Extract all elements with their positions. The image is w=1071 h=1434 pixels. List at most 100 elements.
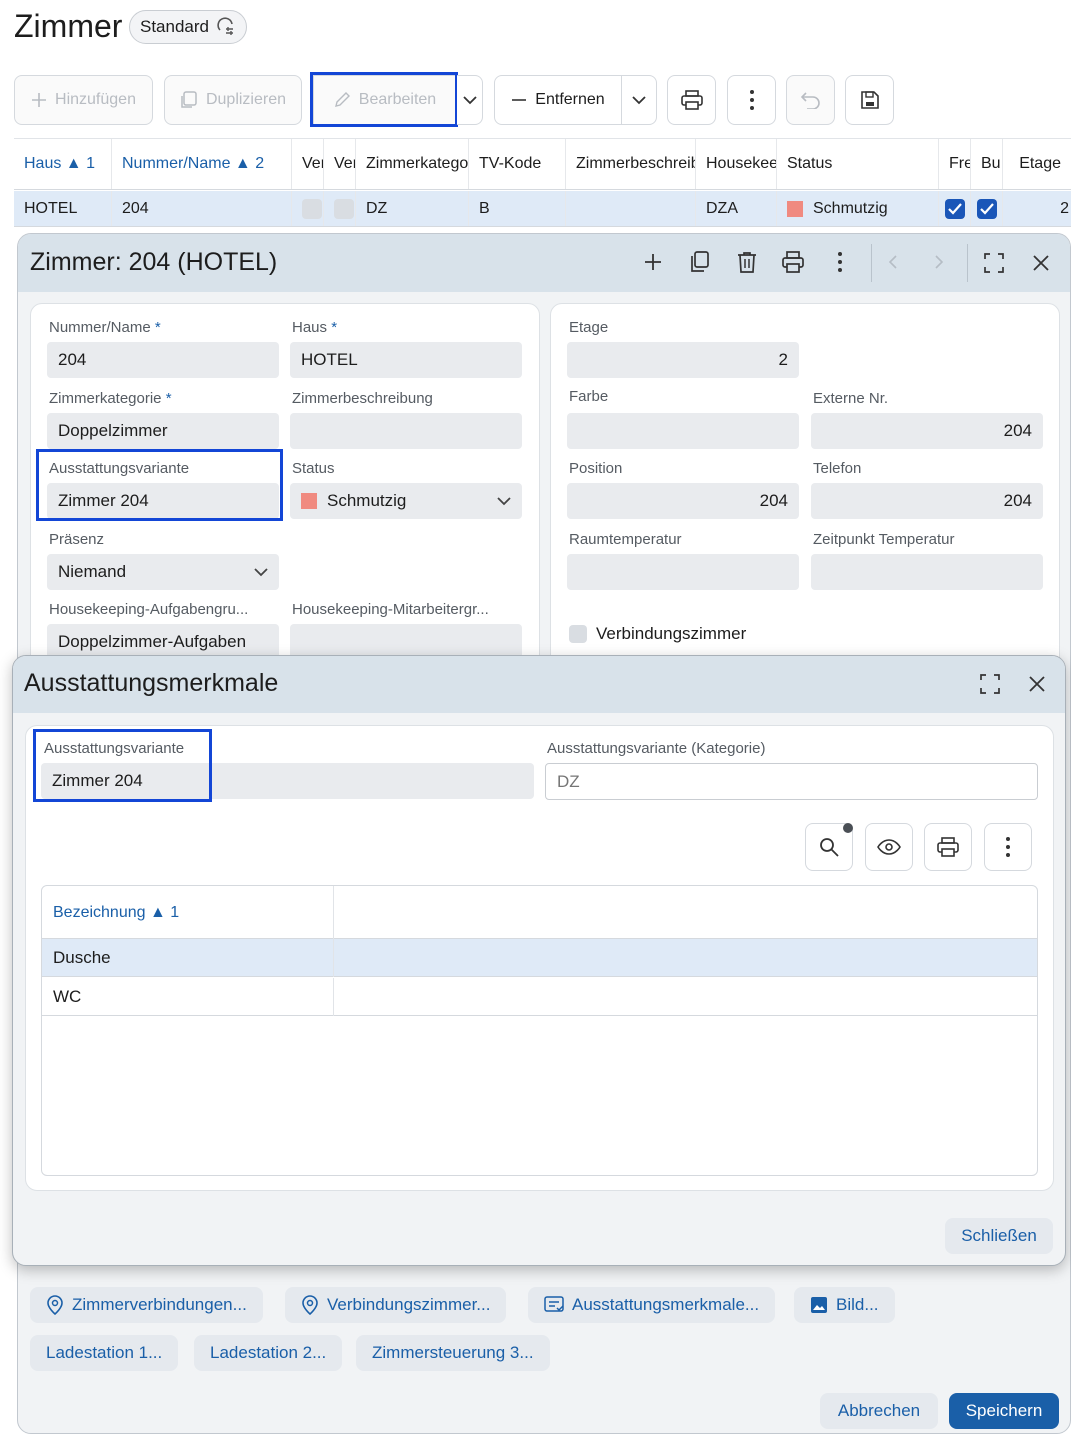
table-row[interactable]: Dusche [42, 939, 1037, 977]
close-icon[interactable] [1029, 676, 1045, 692]
etage-label: Etage [569, 319, 609, 336]
cell-bezeichnung: Dusche [42, 939, 334, 977]
column-header-tv-kode[interactable]: TV-Kode [469, 139, 566, 189]
sort-index: 2 [255, 155, 265, 172]
kategorie-label: Zimmerkategorie * [49, 390, 172, 407]
farbe-field[interactable] [567, 413, 799, 449]
status-color-swatch [301, 493, 317, 509]
column-header-status[interactable]: Status [777, 139, 939, 189]
raumtemp-field[interactable] [567, 554, 799, 590]
column-header-bu[interactable]: Bu [971, 139, 1003, 189]
sort-index: 1 [86, 155, 95, 172]
chevron-right-icon[interactable] [934, 254, 944, 270]
praesenz-value: Niemand [58, 562, 127, 581]
more-options-button[interactable] [727, 75, 776, 125]
chevron-left-icon[interactable] [888, 254, 898, 270]
column-header-housekeeping[interactable]: Housekee [696, 139, 777, 189]
column-header-fre[interactable]: Fre [939, 139, 971, 189]
position-field[interactable]: 204 [567, 483, 799, 519]
column-header-zimmerbeschreibung[interactable]: Zimmerbeschreib [566, 139, 696, 189]
add-button[interactable]: Hinzufügen [14, 75, 153, 125]
chip-ladestation-2[interactable]: Ladestation 2... [194, 1335, 343, 1371]
checkbox-checked[interactable] [977, 198, 997, 219]
zeitpunkt-field[interactable] [811, 554, 1043, 590]
trash-icon[interactable] [735, 250, 759, 274]
cell-fre [939, 191, 971, 226]
save-button[interactable]: Speichern [949, 1393, 1059, 1429]
copy-icon[interactable] [688, 250, 712, 274]
nummer-field[interactable]: 204 [47, 342, 279, 378]
more-vertical-icon[interactable] [838, 252, 842, 272]
cell-ver1 [292, 191, 324, 226]
beschreibung-field[interactable] [290, 413, 522, 449]
undo-icon [800, 91, 821, 109]
undo-button[interactable] [786, 75, 835, 125]
haus-field[interactable]: HOTEL [290, 342, 522, 378]
chip-label: Zimmerverbindungen... [72, 1295, 247, 1314]
cell-status: Schmutzig [777, 191, 939, 226]
externe-field[interactable]: 204 [811, 413, 1043, 449]
duplicate-button-label: Duplizieren [205, 91, 287, 108]
chip-zimmersteuerung[interactable]: Zimmersteuerung 3... [356, 1335, 550, 1371]
copy-icon [180, 91, 198, 109]
view-selector[interactable]: Standard [129, 10, 247, 44]
hk-aufgaben-label: Housekeeping-Aufgabengru... [49, 601, 249, 618]
kategorie-field[interactable]: Doppelzimmer [47, 413, 279, 449]
column-label: Haus [24, 155, 62, 172]
column-header-bezeichnung[interactable]: Bezeichnung ▲ 1 [42, 886, 334, 939]
expand-icon[interactable] [984, 253, 1004, 273]
checkbox-unchecked[interactable] [334, 198, 354, 219]
column-header-haus[interactable]: Haus ▲ 1 [14, 139, 112, 189]
close-icon[interactable] [1033, 255, 1049, 271]
chip-bild[interactable]: Bild... [794, 1287, 895, 1323]
cancel-button[interactable]: Abbrechen [820, 1393, 938, 1429]
verbindung-checkbox[interactable] [569, 625, 587, 643]
print-button[interactable] [667, 75, 716, 125]
chip-ladestation-1[interactable]: Ladestation 1... [30, 1335, 179, 1371]
view-button[interactable] [865, 823, 913, 871]
more-vertical-icon [749, 90, 754, 110]
eye-icon [877, 839, 901, 855]
praesenz-select[interactable]: Niemand [47, 554, 279, 590]
etage-field[interactable]: 2 [567, 342, 799, 378]
status-text: Schmutzig [813, 199, 888, 217]
kategorie-input[interactable] [545, 763, 1038, 800]
checkbox-checked[interactable] [945, 198, 965, 219]
remove-dropdown-button[interactable] [621, 75, 657, 125]
more-vertical-icon [1006, 837, 1010, 857]
status-select[interactable]: Schmutzig [290, 483, 522, 519]
column-header-etage[interactable]: Etage [1003, 139, 1071, 189]
close-button[interactable]: Schließen [945, 1218, 1053, 1254]
edit-dropdown-button[interactable] [457, 75, 483, 125]
chip-label: Zimmersteuerung 3... [372, 1343, 534, 1362]
checkbox-unchecked[interactable] [302, 198, 322, 219]
save-icon-button[interactable] [845, 75, 894, 125]
status-color-swatch [787, 200, 803, 217]
print-button[interactable] [924, 823, 972, 871]
status-select-value: Schmutzig [327, 491, 407, 510]
column-header-nummer[interactable]: Nummer/Name ▲ 2 [112, 139, 292, 189]
expand-icon[interactable] [980, 674, 1000, 694]
status-label: Status [292, 460, 335, 477]
more-options-button[interactable] [984, 823, 1032, 871]
printer-icon[interactable] [781, 250, 805, 274]
column-header-ver1[interactable]: Ver [292, 139, 324, 189]
chip-label: Ausstattungsmerkmale... [572, 1295, 760, 1314]
table-row[interactable]: WC [42, 978, 1037, 1016]
column-header-ver2[interactable]: Ver [324, 139, 356, 189]
add-icon[interactable] [641, 250, 665, 274]
table-row[interactable]: HOTEL 204 DZ B DZA Schmutzig 2 [14, 191, 1071, 227]
cell-tv-kode: B [469, 191, 566, 226]
add-button-label: Hinzufügen [55, 91, 136, 108]
chip-ausstattungsmerkmale[interactable]: Ausstattungsmerkmale... [528, 1287, 776, 1323]
chip-label: Ladestation 1... [46, 1343, 163, 1362]
cell-beschreibung [566, 191, 696, 226]
telefon-field[interactable]: 204 [811, 483, 1043, 519]
telefon-label: Telefon [813, 460, 862, 477]
duplicate-button[interactable]: Duplizieren [164, 75, 302, 125]
column-header-zimmerkategorie[interactable]: Zimmerkatego [356, 139, 469, 189]
chip-verbindungszimmer[interactable]: Verbindungszimmer... [285, 1287, 507, 1323]
remove-button[interactable]: Entfernen [494, 75, 622, 125]
chip-zimmerverbindungen[interactable]: Zimmerverbindungen... [30, 1287, 263, 1323]
edit-button-highlight [310, 72, 458, 127]
